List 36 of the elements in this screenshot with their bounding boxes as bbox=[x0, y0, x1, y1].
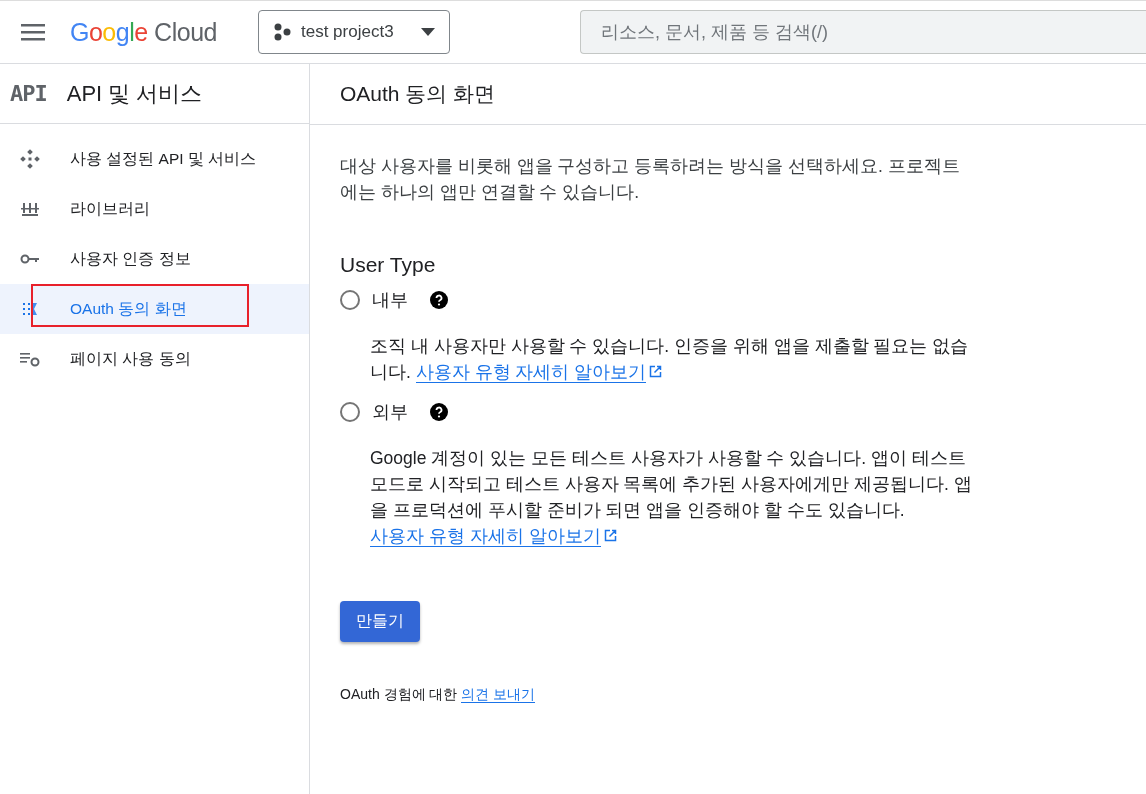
dots-icon bbox=[273, 23, 291, 41]
option-label: 내부 bbox=[372, 289, 408, 312]
feedback-text: OAuth 경험에 대한 의견 보내기 bbox=[340, 686, 537, 704]
radio-button[interactable] bbox=[340, 402, 360, 422]
sidebar-item[interactable]: 라이브러리 bbox=[0, 184, 309, 234]
library-icon bbox=[21, 200, 39, 218]
page-title: OAuth 동의 화면 bbox=[340, 81, 496, 107]
external-link-icon bbox=[649, 365, 663, 378]
caret-icon bbox=[421, 28, 435, 36]
option-description: 조직 내 사용자만 사용할 수 있습니다. 인증을 위해 앱을 제출할 필요는 없습니다. 사용자 유형 자세히 알아보기 bbox=[370, 335, 970, 385]
sidebar-item[interactable]: 페이지 사용 동의 bbox=[0, 334, 309, 384]
external-link-icon bbox=[603, 529, 617, 542]
api-icon: API bbox=[10, 81, 47, 106]
sidebar-item[interactable]: OAuth 동의 화면 bbox=[0, 284, 309, 334]
intro-text: 대상 사용자를 비롯해 앱을 구성하고 등록하려는 방식을 선택하세요. 프로젝트에는 하나의 앱만 연결할 수 있습니다. bbox=[340, 155, 961, 204]
project-selector[interactable]: test project3 bbox=[258, 10, 450, 54]
learn-more-link[interactable]: 사용자 유형 자세히 알아보기 bbox=[415, 362, 647, 383]
sidebar-title: API 및 서비스 bbox=[66, 79, 203, 108]
diamond-arrows-icon bbox=[20, 149, 40, 169]
dotted-grid-icon bbox=[22, 301, 38, 317]
option-label: 외부 bbox=[372, 401, 408, 424]
radio-button[interactable] bbox=[340, 290, 360, 310]
key-icon bbox=[20, 253, 40, 265]
option-description: Google 계정이 있는 모든 테스트 사용자가 사용할 수 있습니다. 앱이 테스트 모드로 시작되고 테스트 사용자 목록에 추가된 사용자에게만 제공됩니다. 앱을 프로덕션에 푸시할 준비가 되면 앱을 인증해야 할 수도 있습니다. 사용자 유형 자세히 알아보기 bbox=[370, 447, 972, 549]
list-gear-icon bbox=[20, 351, 40, 367]
sidebar-item[interactable]: 사용 설정된 API 및 서비스 bbox=[0, 134, 309, 184]
help-icon[interactable] bbox=[430, 291, 448, 309]
create-button[interactable]: 만들기 bbox=[340, 601, 420, 642]
sidebar-item[interactable]: 사용자 인증 정보 bbox=[0, 234, 309, 284]
google-cloud-logo[interactable]: Google Cloud bbox=[70, 17, 220, 47]
menu-icon bbox=[21, 23, 45, 41]
learn-more-link[interactable]: 사용자 유형 자세히 알아보기 bbox=[370, 526, 601, 547]
search-field[interactable]: 리소스, 문서, 제품 등 검색(/) bbox=[580, 10, 1146, 54]
feedback-link[interactable]: 의견 보내기 bbox=[461, 686, 536, 703]
help-icon[interactable] bbox=[430, 403, 448, 421]
section-title: User Type bbox=[340, 253, 437, 277]
